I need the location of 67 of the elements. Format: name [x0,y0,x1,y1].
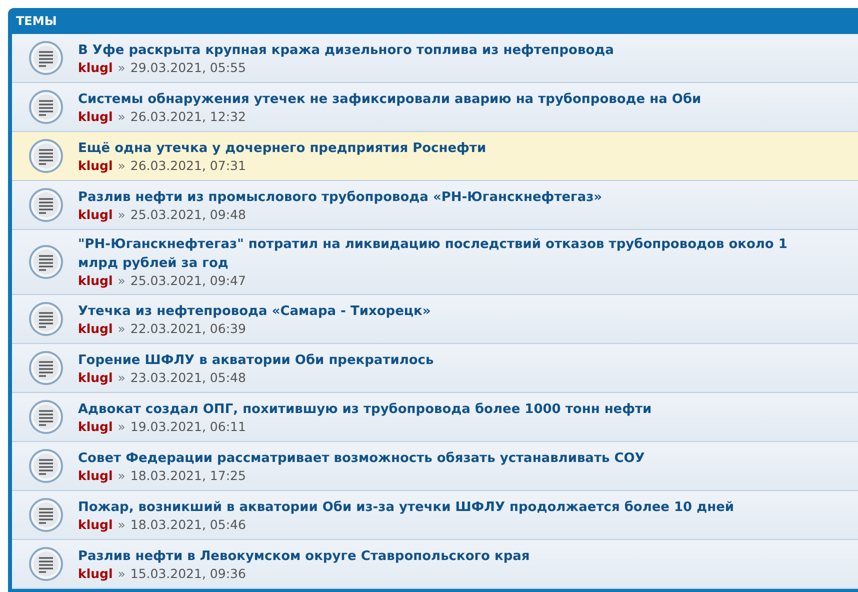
post-date: 25.03.2021, 09:47 [130,273,246,289]
topic-row[interactable]: Адвокат создал ОПГ, похитившую из трубопровода более 1000 тонн нефти klugl » 19.03.2021, 06:11 [12,393,858,442]
topic-row[interactable]: Горение ШФЛУ в акватории Оби прекратилось klugl » 23.03.2021, 05:48 [12,344,858,393]
topic-icon [28,89,64,125]
topic-icon [28,399,64,435]
topic-icon [28,40,64,76]
topic-icon [28,546,64,582]
topic-title[interactable]: Пожар, возникший в акватории Оби из-за утечки ШФЛУ продолжается более 10 дней [78,498,818,516]
separator: » [118,516,126,532]
topic-row[interactable]: Пожар, возникший в акватории Оби из-за утечки ШФЛУ продолжается более 10 дней klugl » 18.03.2021, 05:46 [12,491,858,540]
post-date: 22.03.2021, 06:39 [130,320,246,336]
topic-row[interactable]: "РН-Юганскнефтегаз" потратил на ликвидацию последствий отказов трубопроводов около 1 млрд рублей за год klugl » 25.03.2021, 09:47 [12,230,858,295]
author-link[interactable]: klugl [78,273,113,289]
topic-title[interactable]: Разлив нефти в Левокумском округе Ставропольского края [78,546,818,566]
separator: » [118,273,126,289]
author-link[interactable]: klugl [78,60,113,76]
author-link[interactable]: klugl [78,468,113,484]
topic-icon [28,244,64,280]
topic-row[interactable]: Ещё одна утечка у дочернего предприятия Роснефти klugl » 26.03.2021, 07:31 [12,132,858,181]
separator: » [118,320,126,336]
topic-row[interactable]: Системы обнаружения утечек не зафиксировали аварию на трубопроводе на Оби klugl » 26.03.2021, 12:32 [12,83,858,132]
topic-title[interactable]: Разлив нефти из промыслового трубопровода «РН-Юганскнефтегаз» [78,188,818,206]
topic-title[interactable]: В Уфе раскрыта крупная кража дизельного топлива из нефтепровода [78,40,818,60]
topic-row[interactable]: Совет Федерации рассматривает возможность обязать устанавливать СОУ klugl » 18.03.2021, 17:25 [12,442,858,491]
topic-title[interactable]: "РН-Юганскнефтегаз" потратил на ликвидацию последствий отказов трубопроводов около 1 млрд рублей за год [78,235,818,273]
post-date: 26.03.2021, 12:32 [130,108,246,124]
post-date: 18.03.2021, 17:25 [130,468,246,484]
topic-row[interactable]: В Уфе раскрыта крупная кража дизельного топлива из нефтепровода klugl » 29.03.2021, 05:55 [12,34,858,83]
author-link[interactable]: klugl [78,108,113,124]
panel-title: ТЕМЫ [16,13,57,30]
separator: » [118,158,126,174]
post-date: 23.03.2021, 05:48 [130,370,246,386]
separator: » [118,108,126,124]
post-date: 19.03.2021, 06:11 [130,418,246,434]
author-link[interactable]: klugl [78,206,113,222]
topic-icon [28,138,64,174]
topic-title[interactable]: Системы обнаружения утечек не зафиксировали аварию на трубопроводе на Оби [78,90,818,108]
topic-title[interactable]: Ещё одна утечка у дочернего предприятия Роснефти [78,138,818,158]
topic-title[interactable]: Совет Федерации рассматривает возможность обязать устанавливать СОУ [78,448,818,468]
post-date: 26.03.2021, 07:31 [130,158,246,174]
post-date: 29.03.2021, 05:55 [130,60,246,76]
author-link[interactable]: klugl [78,516,113,532]
topic-title[interactable]: Горение ШФЛУ в акватории Оби прекратилось [78,350,818,370]
separator: » [118,206,126,222]
post-date: 25.03.2021, 09:48 [130,206,246,222]
separator: » [118,370,126,386]
separator: » [118,418,126,434]
topic-row[interactable]: Разлив нефти в Левокумском округе Ставропольского края klugl » 15.03.2021, 09:36 [12,540,858,589]
separator: » [118,60,126,76]
author-link[interactable]: klugl [78,566,113,582]
author-link[interactable]: klugl [78,158,113,174]
author-link[interactable]: klugl [78,320,113,336]
separator: » [118,468,126,484]
topic-title[interactable]: Адвокат создал ОПГ, похитившую из трубопровода более 1000 тонн нефти [78,400,818,418]
topic-icon [28,497,64,533]
separator: » [118,566,126,582]
post-date: 18.03.2021, 05:46 [130,516,246,532]
topic-row[interactable]: Разлив нефти из промыслового трубопровода «РН-Юганскнефтегаз» klugl » 25.03.2021, 09:48 [12,181,858,230]
author-link[interactable]: klugl [78,418,113,434]
topic-icon [28,350,64,386]
author-link[interactable]: klugl [78,370,113,386]
topic-row[interactable]: Утечка из нефтепровода «Самара - Тихорецк» klugl » 22.03.2021, 06:39 [12,295,858,344]
topic-icon [28,448,64,484]
post-date: 15.03.2021, 09:36 [130,566,246,582]
topic-icon [28,301,64,337]
topic-title[interactable]: Утечка из нефтепровода «Самара - Тихорецк» [78,302,818,320]
topic-icon [28,187,64,223]
